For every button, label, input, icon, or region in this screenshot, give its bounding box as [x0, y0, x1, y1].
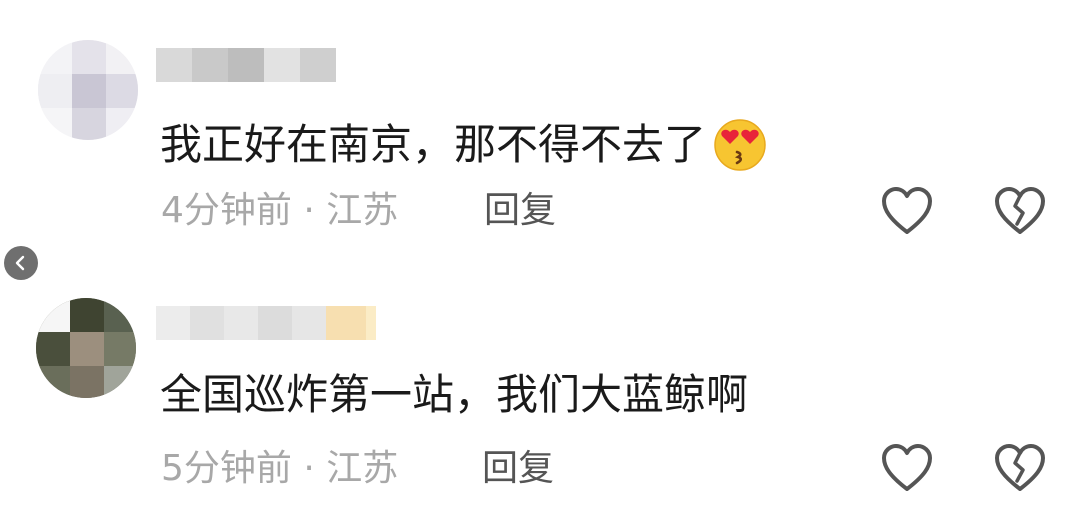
avatar[interactable] — [38, 40, 138, 140]
username-blurred[interactable] — [156, 48, 336, 82]
avatar[interactable] — [36, 298, 136, 398]
reply-button[interactable]: 回复 — [484, 193, 556, 229]
heart-outline-icon[interactable] — [880, 186, 934, 236]
reply-button[interactable]: 回复 — [482, 451, 554, 487]
broken-heart-icon[interactable] — [993, 186, 1047, 236]
username-blurred[interactable] — [156, 306, 376, 340]
comment-text: 全国巡炸第一站，我们大蓝鲸啊 — [160, 370, 749, 419]
comment-text: 我正好在南京，那不得不去了 — [160, 117, 768, 173]
comment-time-location: 5分钟前 · 江苏 — [161, 448, 399, 489]
heart-eyes-kiss-emoji-icon — [714, 119, 766, 171]
comment-time-location: 4分钟前 · 江苏 — [161, 190, 399, 231]
broken-heart-icon[interactable] — [993, 443, 1047, 493]
chevron-left-icon[interactable] — [4, 246, 38, 280]
heart-outline-icon[interactable] — [880, 443, 934, 493]
